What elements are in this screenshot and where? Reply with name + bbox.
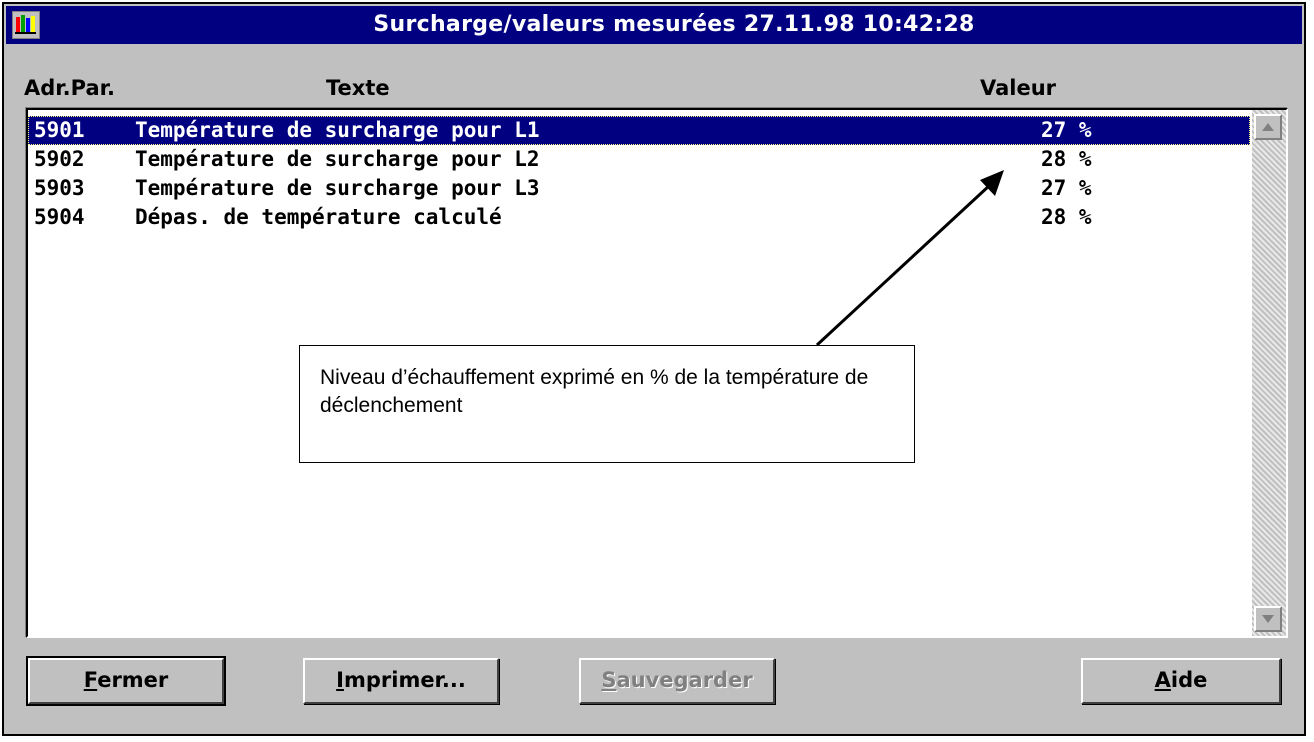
triangle-up-icon (1262, 123, 1274, 131)
row-value: 28 % (1041, 147, 1092, 171)
row-text: Température de surcharge pour L1 (135, 118, 540, 142)
save-button[interactable]: Sauvegarder (579, 658, 775, 704)
annotation-callout: Niveau d’échauffement exprimé en % de la… (299, 345, 915, 463)
close-mnemonic: F (83, 668, 98, 692)
window-title: Surcharge/valeurs mesurées 27.11.98 10:4… (373, 12, 975, 37)
list-row-5903[interactable]: 5903 Température de surcharge pour L3 27… (28, 174, 1250, 203)
print-label: mprimer... (343, 668, 466, 692)
row-value: 27 % (1041, 176, 1092, 200)
list-row-5901[interactable]: 5901 Température de surcharge pour L1 27… (28, 116, 1250, 145)
column-header-value: Valeur (980, 76, 1057, 100)
vertical-scrollbar[interactable] (1252, 110, 1286, 636)
row-text: Température de surcharge pour L2 (135, 147, 540, 171)
print-button[interactable]: Imprimer... (303, 658, 499, 704)
save-mnemonic: S (601, 668, 617, 692)
column-header-address: Adr.Par. (24, 76, 115, 100)
listbox-rows: 5901 Température de surcharge pour L1 27… (28, 116, 1250, 232)
help-label: ide (1170, 668, 1208, 692)
scroll-up-button[interactable] (1254, 114, 1282, 140)
title-bar[interactable]: Surcharge/valeurs mesurées 27.11.98 10:4… (6, 6, 1302, 44)
close-button[interactable]: Fermer (26, 656, 226, 706)
list-row-5902[interactable]: 5902 Température de surcharge pour L2 28… (28, 145, 1250, 174)
row-address: 5903 (34, 176, 85, 200)
triangle-down-icon (1262, 615, 1274, 623)
row-text: Dépas. de température calculé (135, 205, 502, 229)
annotation-text: Niveau d’échauffement exprimé en % de la… (320, 366, 869, 417)
app-window-icon[interactable] (12, 11, 40, 39)
scroll-down-button[interactable] (1254, 606, 1282, 632)
print-mnemonic: I (336, 668, 344, 692)
save-label: auvegarder (616, 668, 753, 692)
close-label: ermer (97, 668, 169, 692)
row-text: Température de surcharge pour L3 (135, 176, 540, 200)
help-mnemonic: A (1154, 668, 1171, 692)
help-button[interactable]: Aide (1081, 658, 1281, 704)
row-value: 27 % (1041, 118, 1092, 142)
row-value: 28 % (1041, 205, 1092, 229)
row-address: 5904 (34, 205, 85, 229)
column-header-text: Texte (326, 76, 390, 100)
row-address: 5901 (34, 118, 85, 142)
row-address: 5902 (34, 147, 85, 171)
list-row-5904[interactable]: 5904 Dépas. de température calculé 28 % (28, 203, 1250, 232)
